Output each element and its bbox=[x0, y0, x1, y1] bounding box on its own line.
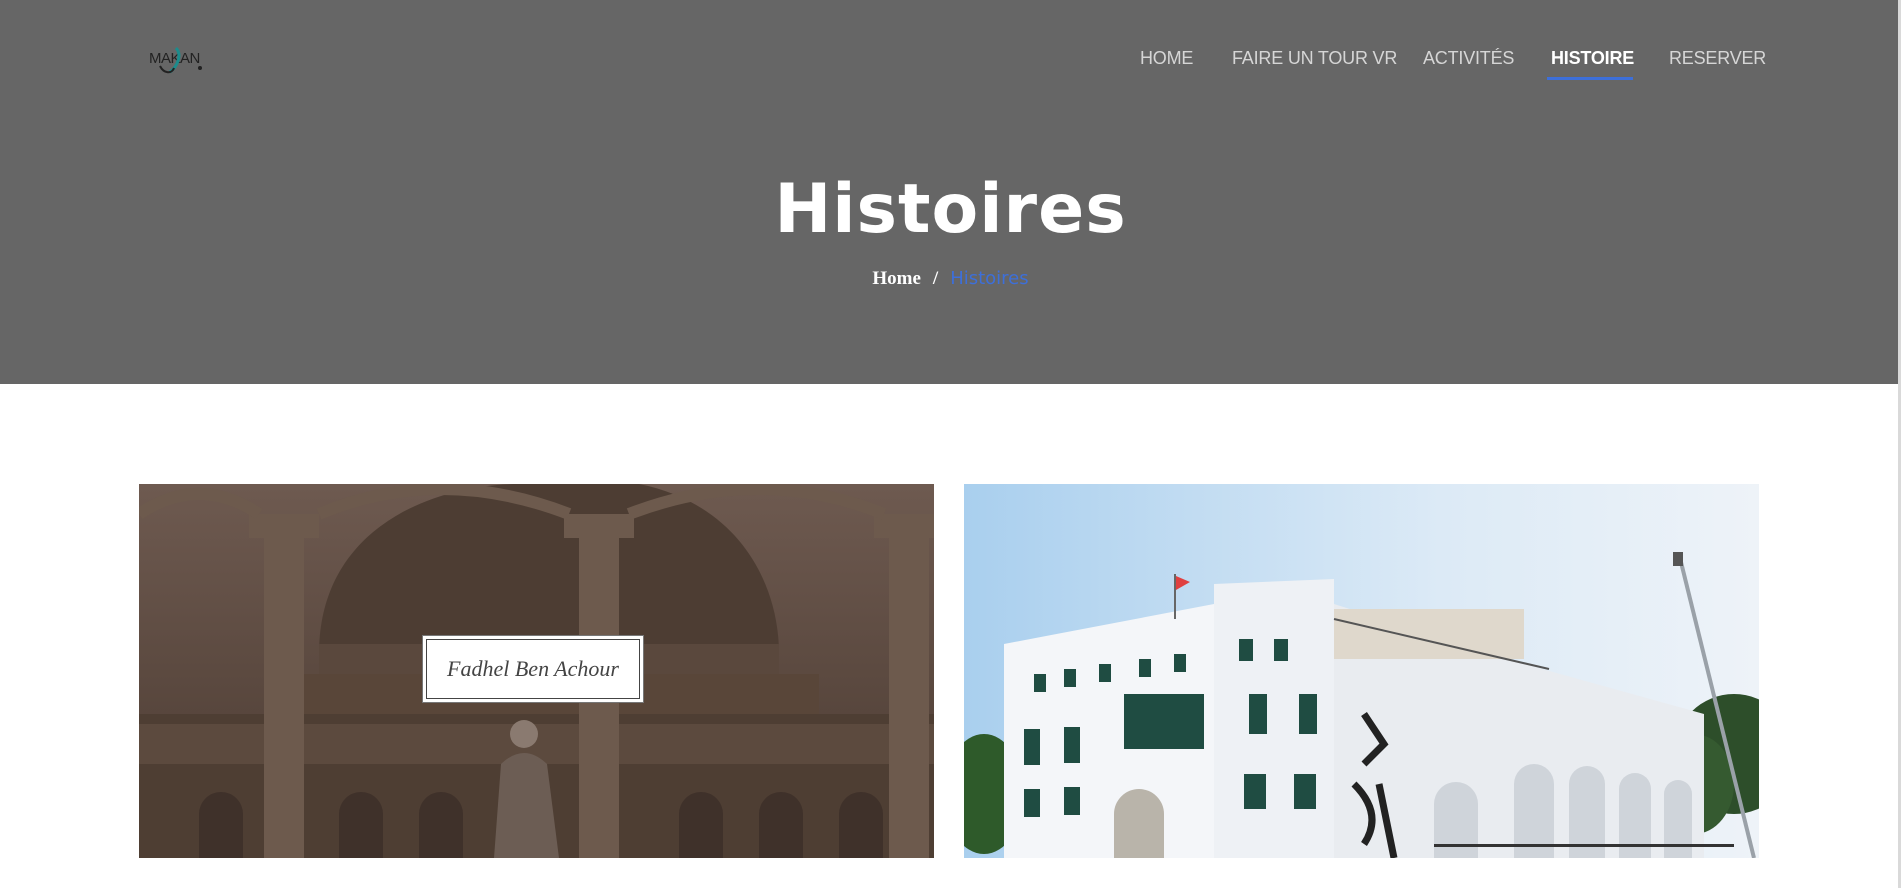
active-nav-indicator bbox=[1547, 77, 1633, 80]
breadcrumb-current: Histoires bbox=[950, 268, 1029, 289]
nav-item-activites[interactable]: ACTIVITÉS bbox=[1423, 48, 1514, 69]
makan-building-photo bbox=[964, 484, 1759, 858]
card-caption[interactable]: Fadhel Ben Achour bbox=[426, 639, 640, 699]
card-caption-text: Fadhel Ben Achour bbox=[447, 656, 619, 681]
hero-banner: MAKAN HOME FAIRE UN TOUR VR ACTIVITÉS HI… bbox=[0, 0, 1901, 384]
breadcrumb: Home / Histoires bbox=[0, 268, 1901, 290]
main-nav: HOME FAIRE UN TOUR VR ACTIVITÉS HISTOIRE… bbox=[1130, 48, 1770, 84]
breadcrumb-separator: / bbox=[932, 268, 939, 289]
makan-logo[interactable]: MAKAN bbox=[148, 44, 214, 76]
nav-item-histoire[interactable]: HISTOIRE bbox=[1551, 48, 1634, 69]
page-title: Histoires bbox=[774, 170, 1127, 249]
story-card-building[interactable] bbox=[964, 484, 1759, 858]
nav-item-reserver[interactable]: RESERVER bbox=[1669, 48, 1766, 69]
breadcrumb-home-link[interactable]: Home bbox=[872, 268, 921, 289]
nav-item-home[interactable]: HOME bbox=[1140, 48, 1193, 69]
nav-item-faire-un-tour-vr[interactable]: FAIRE UN TOUR VR bbox=[1232, 48, 1397, 69]
svg-text:MAKAN: MAKAN bbox=[149, 50, 200, 67]
story-card-fadhel-ben-achour[interactable]: Fadhel Ben Achour bbox=[139, 484, 934, 858]
